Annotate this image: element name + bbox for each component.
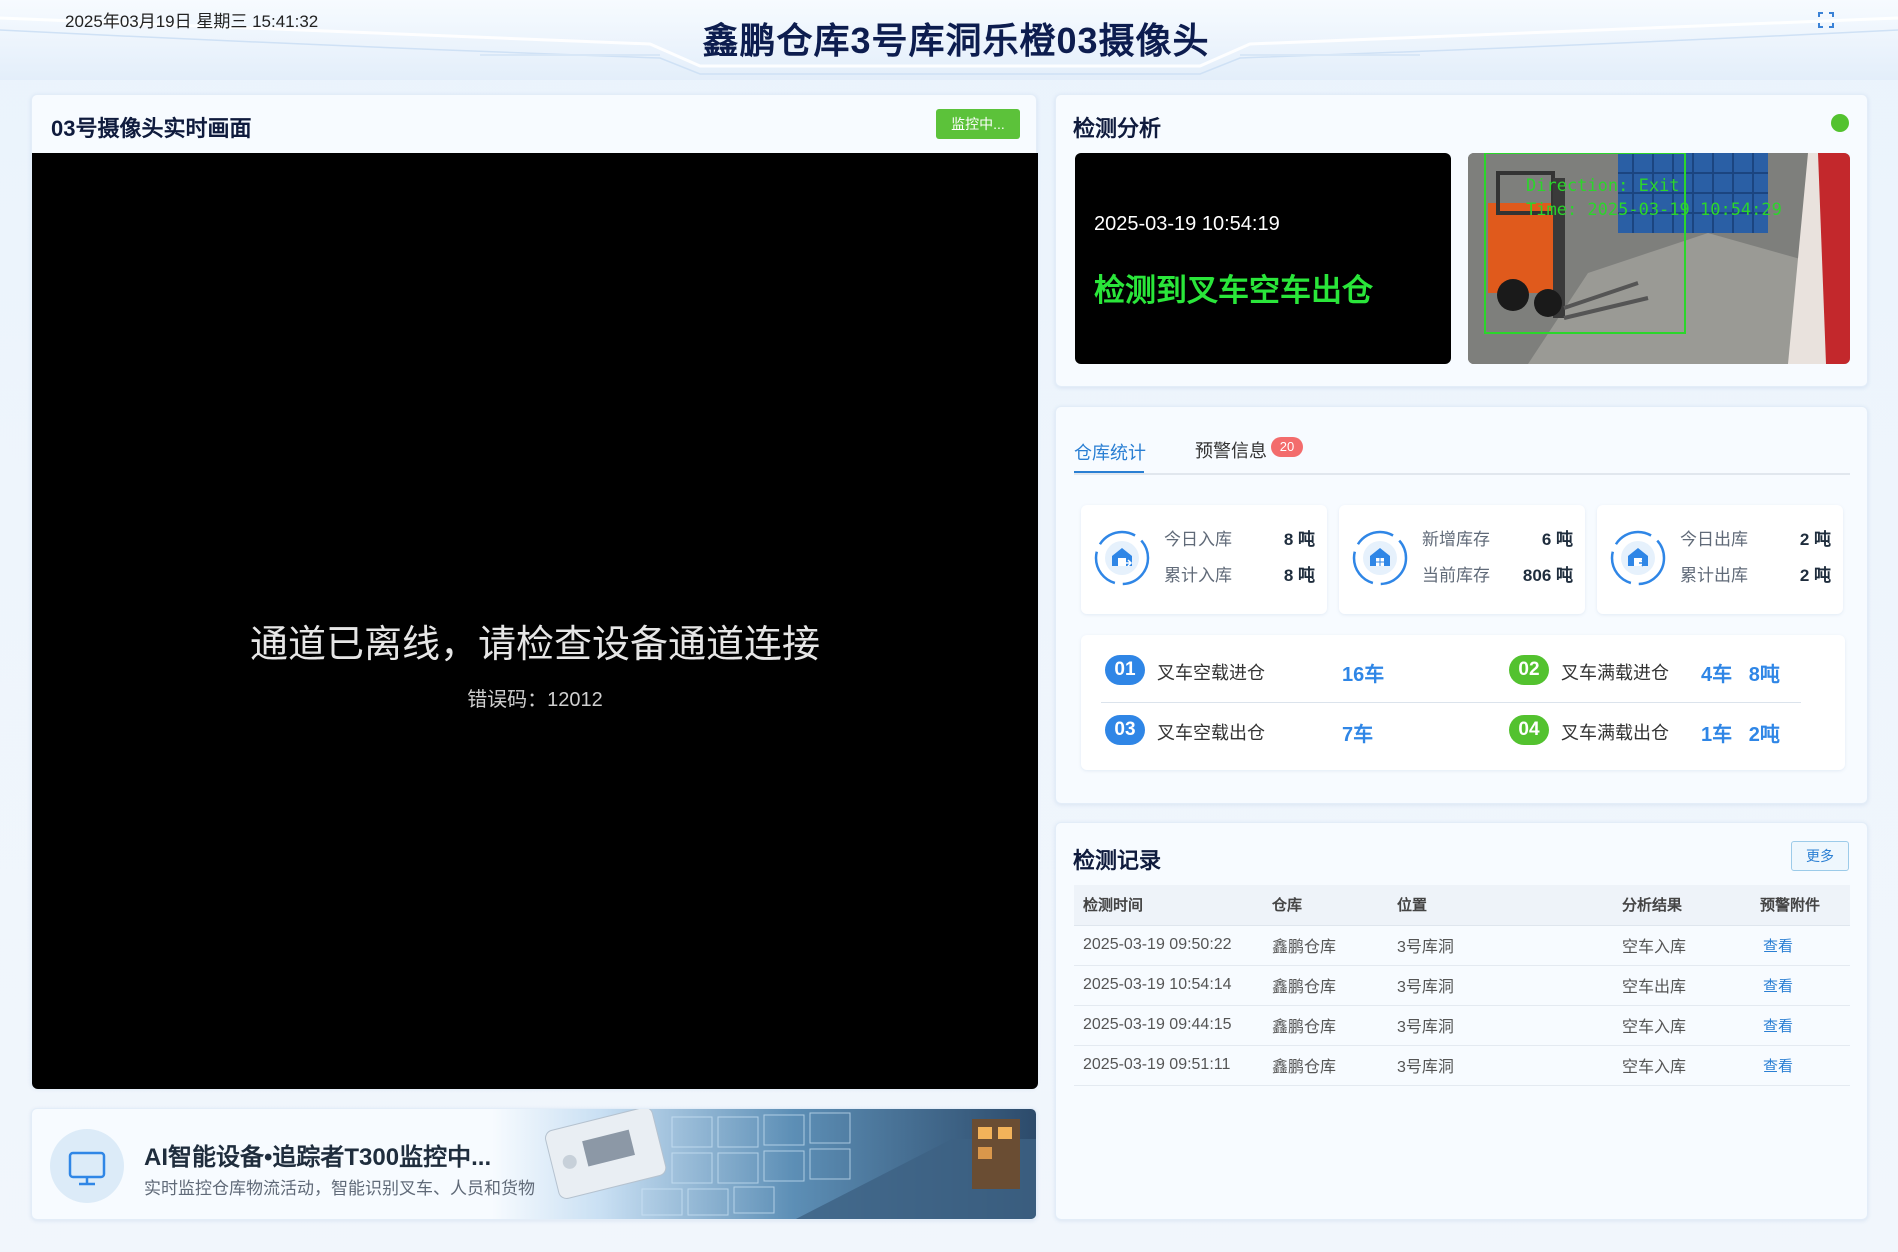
detection-records-panel: 检测记录 更多 检测时间 仓库 位置 分析结果 预警附件 2025-03-19 … [1055,822,1868,1220]
forklift-divider [1101,702,1801,703]
cell-warehouse: 鑫鹏仓库 [1263,1045,1388,1086]
overlay-direction: Direction: Exit [1526,176,1680,196]
error-code: 错误码：12012 [467,689,603,711]
fullscreen-icon[interactable] [1818,12,1834,28]
column-header: 位置 [1388,885,1613,926]
forklift-badge-04: 04 [1509,715,1549,745]
forklift-label: 叉车满载出仓 [1561,723,1669,743]
table-header-row: 检测时间 仓库 位置 分析结果 预警附件 [1074,885,1850,926]
forklift-label: 叉车满载进仓 [1561,663,1669,683]
view-link[interactable]: 查看 [1760,978,1793,995]
column-header: 仓库 [1263,885,1388,926]
video-panel-title: 03号摄像头实时画面 [51,116,252,141]
stat-value: 806 吨 [1522,566,1573,585]
column-header: 分析结果 [1613,885,1751,926]
cell-attachment: 查看 [1751,1005,1850,1046]
stat-card-stock: 新增库存 6 吨 当前库存 806 吨 [1339,505,1585,614]
detection-snapshot[interactable]: Direction: Exit Time: 2025-03-19 10:54:2… [1468,153,1850,364]
cell-result: 空车入库 [1613,1045,1751,1086]
view-link[interactable]: 查看 [1760,1058,1793,1075]
monitoring-status-button[interactable]: 监控中... [936,109,1020,139]
cell-result: 空车入库 [1613,925,1751,966]
forklift-value: 1车 2吨 [1701,724,1780,746]
cell-attachment: 查看 [1751,965,1850,1006]
ai-banner-title: AI智能设备•追踪者T300监控中... [144,1144,492,1171]
cell-warehouse: 鑫鹏仓库 [1263,965,1388,1006]
forklift-badge-01: 01 [1105,655,1145,685]
table-row: 2025-03-19 09:50:22 鑫鹏仓库 3号库洞 空车入库 查看 [1074,925,1850,966]
forklift-badge-03: 03 [1105,715,1145,745]
stat-label: 今日入库 [1164,530,1232,549]
forklift-label: 叉车空载进仓 [1157,663,1265,683]
stat-label: 当前库存 [1422,566,1490,585]
stat-value: 8 吨 [1283,566,1315,585]
warning-count-badge: 20 [1271,437,1303,457]
live-video-view[interactable]: 通道已离线，请检查设备通道连接 错误码：12012 [32,153,1038,1089]
forklift-value: 16车 [1342,664,1385,686]
ai-banner-subtitle: 实时监控仓库物流活动，智能识别叉车、人员和货物 [144,1179,535,1198]
cell-warehouse: 鑫鹏仓库 [1263,1005,1388,1046]
view-link[interactable]: 查看 [1760,1018,1793,1035]
cell-time: 2025-03-19 09:50:22 [1074,925,1263,966]
warehouse-out-icon [1610,530,1666,586]
forklift-value: 7车 [1342,724,1374,746]
warehouse-in-icon [1094,530,1150,586]
stat-label: 累计出库 [1680,566,1748,585]
stat-label: 新增库存 [1422,530,1490,549]
warehouse-stats-panel: 仓库统计 预警信息 20 今日入库 8 吨 累计入库 8 吨 新增库存 6 吨 … [1055,406,1868,804]
overlay-time: Time: 2025-03-19 10:54:29 [1526,200,1782,220]
stat-value: 8 吨 [1283,530,1315,549]
cell-result: 空车出库 [1613,965,1751,1006]
cell-time: 2025-03-19 09:44:15 [1074,1005,1263,1046]
page-title: 鑫鹏仓库3号库洞乐橙03摄像头 [702,20,1210,61]
tab-divider [1074,473,1850,475]
detection-event-box: 2025-03-19 10:54:19 检测到叉车空车出仓 [1075,153,1451,364]
forklift-badge-02: 02 [1509,655,1549,685]
cell-location: 3号库洞 [1388,965,1613,1006]
tab-warning-info[interactable]: 预警信息 [1195,437,1267,463]
stat-label: 今日出库 [1680,530,1748,549]
stat-value: 6 吨 [1541,530,1573,549]
detection-analysis-panel: 检测分析 2025-03-19 10:54:19 检测到叉车空车出仓 Direc… [1055,94,1868,387]
stat-value: 2 吨 [1799,566,1831,585]
view-link[interactable]: 查看 [1760,938,1793,955]
stat-value: 2 吨 [1799,530,1831,549]
column-header: 预警附件 [1751,885,1850,926]
cell-result: 空车入库 [1613,1005,1751,1046]
column-header: 检测时间 [1074,885,1263,926]
cell-attachment: 查看 [1751,925,1850,966]
cell-time: 2025-03-19 09:51:11 [1074,1045,1263,1086]
monitor-icon [50,1129,124,1203]
forklift-label: 叉车空载出仓 [1157,723,1265,743]
records-title: 检测记录 [1073,848,1162,873]
forklift-stats-card: 01 叉车空载进仓 16车 02 叉车满载进仓 4车 8吨 03 叉车空载出仓 … [1081,635,1845,770]
warehouse-stock-icon [1352,530,1408,586]
stat-card-outbound: 今日出库 2 吨 累计出库 2 吨 [1597,505,1843,614]
cell-location: 3号库洞 [1388,1005,1613,1046]
tab-warehouse-stats[interactable]: 仓库统计 [1074,439,1146,465]
cell-warehouse: 鑫鹏仓库 [1263,925,1388,966]
table-row: 2025-03-19 09:44:15 鑫鹏仓库 3号库洞 空车入库 查看 [1074,1005,1850,1046]
ai-device-banner: AI智能设备•追踪者T300监控中... 实时监控仓库物流活动，智能识别叉车、人… [31,1108,1037,1220]
table-row: 2025-03-19 10:54:14 鑫鹏仓库 3号库洞 空车出库 查看 [1074,965,1850,1006]
header: 2025年03月19日 星期三 15:41:32 鑫鹏仓库3号库洞乐橙03摄像头 [0,0,1898,80]
table-row: 2025-03-19 09:51:11 鑫鹏仓库 3号库洞 空车入库 查看 [1074,1045,1850,1086]
analysis-title: 检测分析 [1073,116,1162,141]
stat-label: 累计入库 [1164,566,1232,585]
cell-time: 2025-03-19 10:54:14 [1074,965,1263,1006]
records-table: 检测时间 仓库 位置 分析结果 预警附件 2025-03-19 09:50:22… [1074,885,1850,1086]
forklift-value: 4车 8吨 [1701,664,1780,686]
video-panel: 03号摄像头实时画面 监控中... 通道已离线，请检查设备通道连接 错误码：12… [31,94,1038,1089]
cell-attachment: 查看 [1751,1045,1850,1086]
more-button[interactable]: 更多 [1791,841,1849,871]
stat-card-inbound: 今日入库 8 吨 累计入库 8 吨 [1081,505,1327,614]
banner-illustration [545,1109,1036,1219]
cell-location: 3号库洞 [1388,1045,1613,1086]
offline-message: 通道已离线，请检查设备通道连接 [249,624,820,666]
detection-event-time: 2025-03-19 10:54:19 [1094,213,1280,235]
cell-location: 3号库洞 [1388,925,1613,966]
detection-event-message: 检测到叉车空车出仓 [1094,273,1373,308]
online-status-dot [1831,114,1849,132]
